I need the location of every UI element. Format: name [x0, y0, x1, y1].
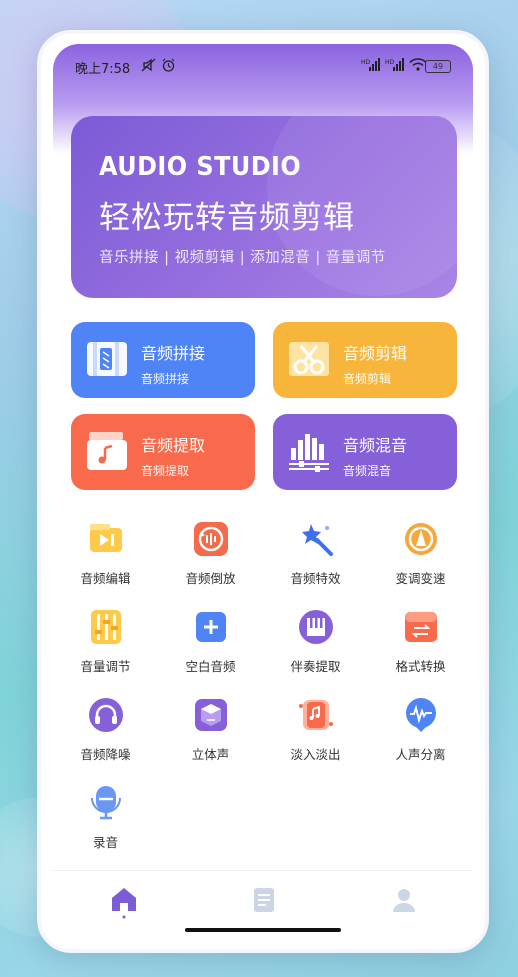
- volume-slider-icon: [87, 608, 125, 646]
- card-audio-splice[interactable]: 音频拼接 音频拼接: [71, 322, 255, 398]
- magic-wand-icon: [297, 520, 335, 558]
- tool-audio-reverse[interactable]: 音频倒放: [158, 520, 263, 598]
- card-audio-extract[interactable]: 音频提取 音频提取: [71, 414, 255, 490]
- tool-label: 音频特效: [290, 571, 341, 586]
- tool-voice-separate[interactable]: 人声分离: [368, 696, 473, 774]
- audio-edit-icon: [87, 520, 125, 558]
- reverse-icon: [192, 520, 230, 558]
- card-audio-mix[interactable]: 音频混音 音频混音: [273, 414, 457, 490]
- mute-icon: [141, 58, 157, 75]
- voice-separate-icon: [402, 696, 440, 734]
- card-subtitle: 音频拼接: [141, 372, 190, 386]
- card-subtitle: 音频提取: [141, 464, 190, 478]
- battery-indicator: 49: [425, 60, 451, 73]
- piano-icon: [297, 608, 335, 646]
- card-subtitle: 音频混音: [343, 464, 392, 478]
- tool-record[interactable]: 录音: [53, 784, 158, 862]
- banner-subtitle: 轻松玩转音频剪辑: [99, 200, 355, 236]
- tool-label: 淡入淡出: [290, 747, 341, 762]
- home-icon[interactable]: [109, 885, 139, 919]
- signal-icon-1: HD: [361, 58, 381, 74]
- mixer-bars-icon: [287, 428, 333, 474]
- document-icon[interactable]: [249, 885, 279, 915]
- music-box-icon: [85, 428, 131, 474]
- tool-label: 人声分离: [395, 747, 446, 762]
- card-audio-cut[interactable]: 音频剪辑 音频剪辑: [273, 322, 457, 398]
- tool-label: 音频编辑: [80, 571, 131, 586]
- tool-label: 变调变速: [395, 571, 446, 586]
- phone-frame: 晚上7:58 HD HD 49 AUDIO STUDIO 轻松玩转音频剪辑 音乐: [37, 30, 489, 953]
- card-title: 音频拼接: [141, 344, 206, 363]
- tool-blank-audio[interactable]: 空白音频: [158, 608, 263, 686]
- banner-title: AUDIO STUDIO: [99, 152, 302, 182]
- watermark-logo-icon: [336, 898, 392, 954]
- user-icon[interactable]: [389, 885, 419, 915]
- tool-label: 音量调节: [80, 659, 131, 674]
- tool-audio-edit[interactable]: 音频编辑: [53, 520, 158, 598]
- hero-banner[interactable]: AUDIO STUDIO 轻松玩转音频剪辑 音乐拼接 | 视频剪辑 | 添加混音…: [71, 116, 457, 298]
- svg-text:HD: HD: [361, 59, 371, 66]
- tool-format-convert[interactable]: 格式转换: [368, 608, 473, 686]
- convert-icon: [402, 608, 440, 646]
- card-title: 音频混音: [343, 436, 408, 455]
- tool-accompaniment[interactable]: 伴奏提取: [263, 608, 368, 686]
- card-title: 音频剪辑: [343, 344, 408, 363]
- tool-label: 录音: [92, 835, 118, 850]
- tool-stereo[interactable]: 立体声: [158, 696, 263, 774]
- status-time: 晚上7:58: [75, 62, 131, 77]
- stereo-box-icon: [192, 696, 230, 734]
- app-screen: 晚上7:58 HD HD 49 AUDIO STUDIO 轻松玩转音频剪辑 音乐: [53, 44, 473, 949]
- pitch-icon: [402, 520, 440, 558]
- tool-label: 格式转换: [395, 659, 446, 674]
- card-title: 音频提取: [141, 436, 206, 455]
- tool-denoise[interactable]: 音频降噪: [53, 696, 158, 774]
- tool-label: 音频倒放: [185, 571, 236, 586]
- tool-audio-effects[interactable]: 音频特效: [263, 520, 368, 598]
- tool-pitch-speed[interactable]: 变调变速: [368, 520, 473, 598]
- audio-splice-icon: [85, 336, 131, 382]
- tool-fade[interactable]: 淡入淡出: [263, 696, 368, 774]
- tool-volume[interactable]: 音量调节: [53, 608, 158, 686]
- status-bar: 晚上7:58 HD HD 49: [53, 58, 473, 78]
- blank-audio-icon: [192, 608, 230, 646]
- scissors-icon: [287, 336, 333, 382]
- tool-label: 立体声: [191, 747, 230, 762]
- tool-label: 音频降噪: [80, 747, 131, 762]
- headphones-icon: [87, 696, 125, 734]
- tool-label: 空白音频: [185, 659, 236, 674]
- tool-label: 伴奏提取: [290, 659, 341, 674]
- home-indicator: [185, 928, 341, 932]
- signal-icon-2: HD: [385, 58, 405, 74]
- alarm-icon: [161, 58, 176, 76]
- watermark-text: 嗨豆荚: [394, 918, 467, 943]
- microphone-icon: [87, 784, 125, 822]
- svg-text:HD: HD: [385, 59, 395, 66]
- card-subtitle: 音频剪辑: [343, 372, 392, 386]
- banner-tags: 音乐拼接 | 视频剪辑 | 添加混音 | 音量调节: [99, 250, 386, 266]
- fade-icon: [297, 696, 335, 734]
